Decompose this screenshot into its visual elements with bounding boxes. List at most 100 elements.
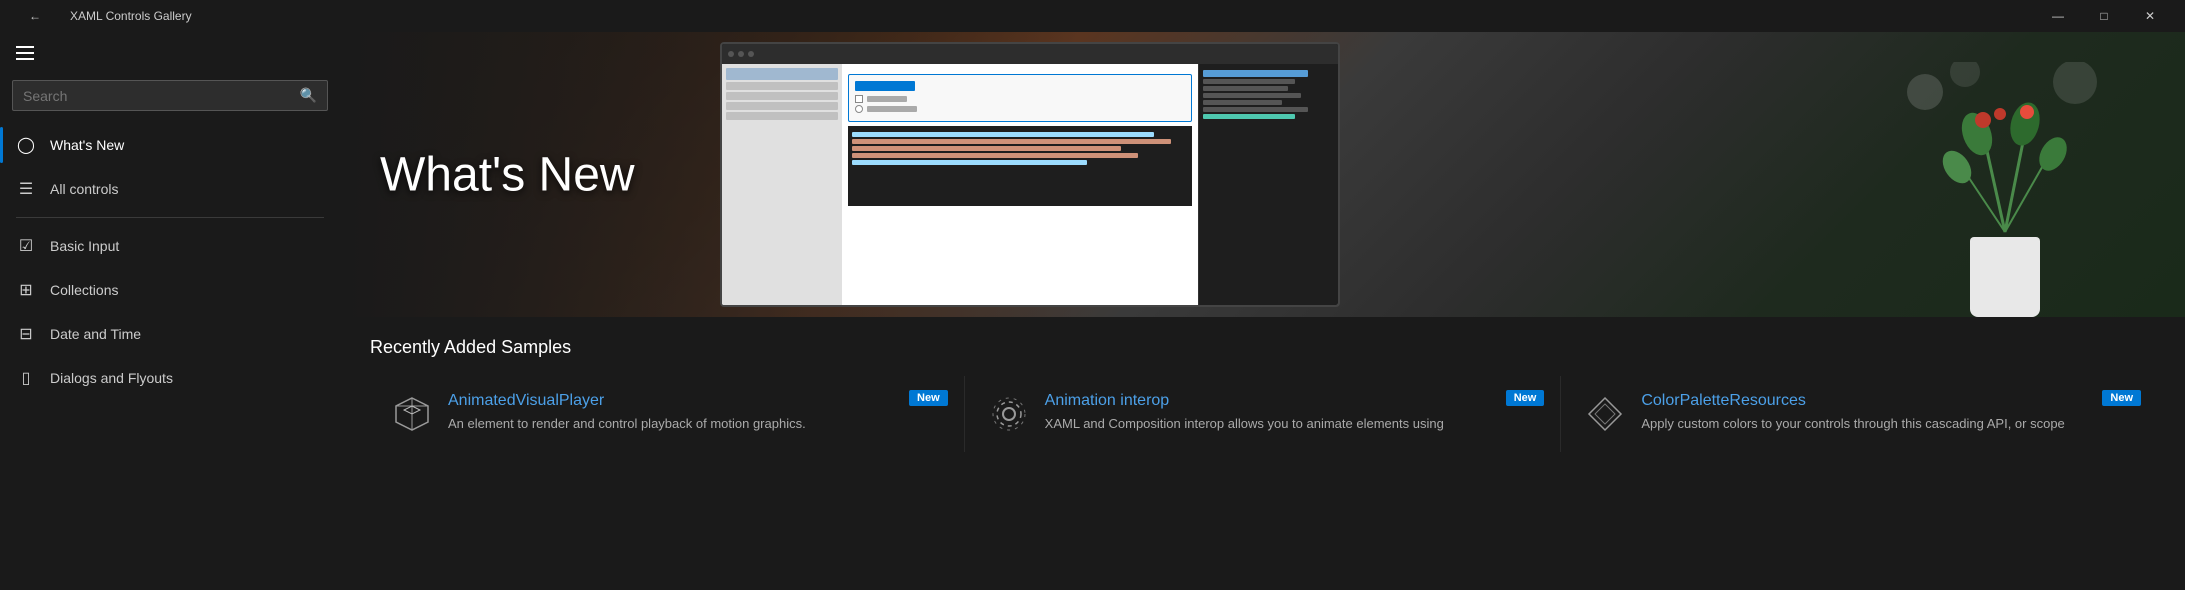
plant-svg: [1905, 62, 2105, 242]
card-header-0: AnimatedVisualPlayer An element to rende…: [390, 392, 942, 436]
new-badge-0: New: [909, 390, 948, 406]
animated-visual-player-icon: [390, 392, 434, 436]
laptop-radio-row: [855, 105, 1185, 113]
laptop-sidebar-row-3: [726, 92, 838, 100]
date-time-icon: ⊟: [16, 324, 36, 344]
minimize-button[interactable]: —: [2035, 0, 2081, 32]
color-palette-icon: [1583, 392, 1627, 436]
hamburger-line-1: [16, 46, 34, 48]
box-icon-0: [392, 394, 432, 434]
card-desc-0: An element to render and control playbac…: [448, 414, 942, 434]
card-title-area-0: AnimatedVisualPlayer An element to rende…: [448, 392, 942, 434]
sidebar-label-dialogs-and-flyouts: Dialogs and Flyouts: [50, 370, 173, 386]
sidebar-item-dialogs-and-flyouts[interactable]: ▯ Dialogs and Flyouts: [0, 356, 340, 400]
maximize-button[interactable]: □: [2081, 0, 2127, 32]
hamburger-icon: [16, 46, 34, 60]
card-animated-visual-player[interactable]: New AnimatedVisualPlayer: [370, 376, 962, 452]
card-divider-0: [964, 376, 965, 452]
sidebar-item-whats-new[interactable]: ◯ What's New: [0, 123, 340, 167]
sidebar-item-all-controls[interactable]: ☰ All controls: [0, 167, 340, 211]
card-title-0: AnimatedVisualPlayer: [448, 392, 942, 410]
hero-title: What's New: [380, 147, 635, 202]
toolbar-dot-1: [728, 51, 734, 57]
hero-banner: What's New: [340, 32, 2185, 317]
code-line-4: [852, 153, 1138, 158]
hero-plant: [1905, 97, 2105, 317]
hamburger-line-3: [16, 58, 34, 60]
toolbar-dot-3: [748, 51, 754, 57]
cards-row: New AnimatedVisualPlayer: [370, 376, 2155, 452]
titlebar-left: ← XAML Controls Gallery: [12, 0, 192, 32]
laptop-checkbox-row: [855, 95, 1185, 103]
search-input[interactable]: [23, 88, 292, 104]
toolbar-dot-2: [738, 51, 744, 57]
laptop-toolbar: [722, 44, 1338, 64]
nav-divider: [16, 217, 324, 218]
laptop-sidebar-row-1: [726, 68, 838, 80]
new-badge-1: New: [1506, 390, 1545, 406]
laptop-checkbox-label: [867, 96, 907, 102]
sidebar-label-whats-new: What's New: [50, 137, 124, 153]
sidebar-label-date-and-time: Date and Time: [50, 326, 141, 342]
app-title: XAML Controls Gallery: [70, 9, 192, 23]
card-color-palette-resources[interactable]: New ColorPaletteResources Apply custom c…: [1563, 376, 2155, 452]
sidebar-label-all-controls: All controls: [50, 181, 118, 197]
card-desc-2: Apply custom colors to your controls thr…: [1641, 414, 2135, 434]
collections-icon: ⊞: [16, 280, 36, 300]
card-animation-interop[interactable]: New Animation interop XAML and Compositi…: [967, 376, 1559, 452]
hero-laptop-graphic: [720, 42, 1340, 307]
sidebar-item-basic-input[interactable]: ☑ Basic Input: [0, 224, 340, 268]
hamburger-menu[interactable]: [0, 32, 340, 74]
search-icon: 🔍: [300, 87, 317, 104]
laptop-sidebar-inner: [722, 64, 842, 305]
whats-new-icon: ◯: [16, 135, 36, 155]
plant-vase: [1970, 237, 2040, 317]
card-title-2: ColorPaletteResources: [1641, 392, 2135, 410]
laptop-solution-explorer: [1198, 64, 1338, 305]
animation-interop-icon: [987, 392, 1031, 436]
sidebar-item-collections[interactable]: ⊞ Collections: [0, 268, 340, 312]
card-title-area-2: ColorPaletteResources Apply custom color…: [1641, 392, 2135, 434]
back-button[interactable]: ←: [12, 0, 58, 32]
code-line-1: [852, 132, 1154, 137]
card-desc-1: XAML and Composition interop allows you …: [1045, 414, 1539, 434]
card-title-area-1: Animation interop XAML and Composition i…: [1045, 392, 1539, 434]
code-line-5: [852, 160, 1087, 165]
laptop-button-sample: [855, 81, 915, 91]
laptop-body: [722, 64, 1338, 305]
laptop-radio: [855, 105, 863, 113]
sidebar-label-collections: Collections: [50, 282, 118, 298]
card-divider-1: [1560, 376, 1561, 452]
recently-added-section: Recently Added Samples New: [340, 317, 2185, 590]
new-badge-2: New: [2102, 390, 2141, 406]
all-controls-icon: ☰: [16, 179, 36, 199]
sidebar-item-date-and-time[interactable]: ⊟ Date and Time: [0, 312, 340, 356]
card-header-2: ColorPaletteResources Apply custom color…: [1583, 392, 2135, 436]
laptop-sidebar-row-4: [726, 102, 838, 110]
laptop-sidebar-row-5: [726, 112, 838, 120]
basic-input-icon: ☑: [16, 236, 36, 256]
search-box[interactable]: 🔍: [12, 80, 328, 111]
laptop-sidebar-row-2: [726, 82, 838, 90]
hamburger-line-2: [16, 52, 34, 54]
card-header-1: Animation interop XAML and Composition i…: [987, 392, 1539, 436]
code-line-3: [852, 146, 1121, 151]
diamond-icon-svg: [1585, 394, 1625, 434]
laptop-code-area: [848, 126, 1192, 206]
gear-icon-svg: [989, 394, 1029, 434]
close-button[interactable]: ✕: [2127, 0, 2173, 32]
dialogs-icon: ▯: [16, 368, 36, 388]
laptop-main-inner: [842, 64, 1198, 305]
sidebar: 🔍 ◯ What's New ☰ All controls ☑ Basic In…: [0, 32, 340, 590]
content-area: What's New Recently Added Samples New: [340, 32, 2185, 590]
app-body: 🔍 ◯ What's New ☰ All controls ☑ Basic In…: [0, 32, 2185, 590]
laptop-checkbox: [855, 95, 863, 103]
sidebar-label-basic-input: Basic Input: [50, 238, 119, 254]
card-title-1: Animation interop: [1045, 392, 1539, 410]
laptop-ui-box: [848, 74, 1192, 122]
titlebar: ← XAML Controls Gallery — □ ✕: [0, 0, 2185, 32]
code-line-2: [852, 139, 1171, 144]
laptop-radio-label: [867, 106, 917, 112]
section-title: Recently Added Samples: [370, 337, 2155, 358]
search-container: 🔍: [0, 74, 340, 123]
